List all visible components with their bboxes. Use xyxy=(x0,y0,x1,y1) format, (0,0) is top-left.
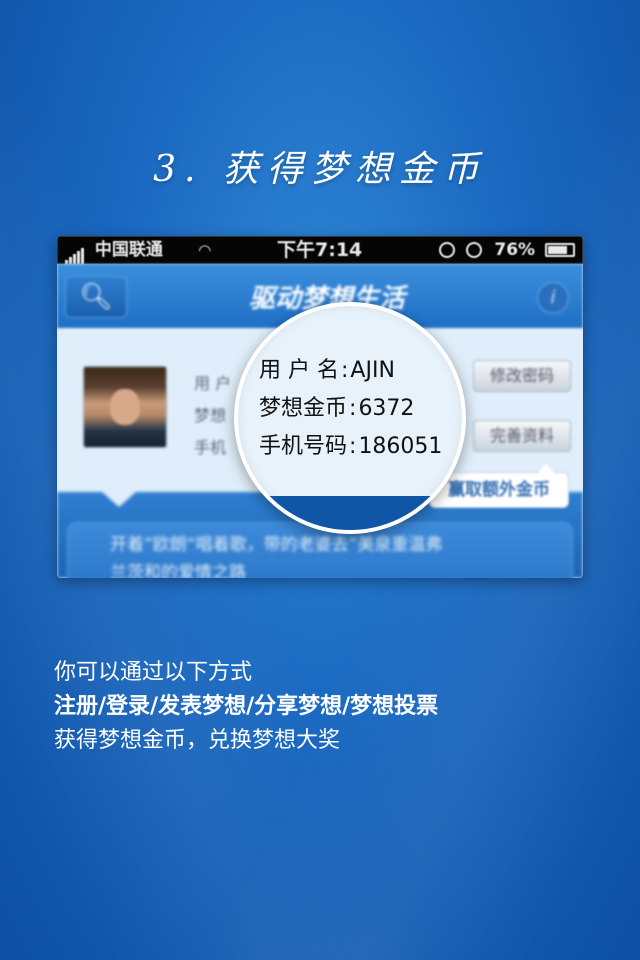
magnifier-lens: 用 户 名:AJIN 梦想金币:6372 手机号码:186051 xyxy=(234,302,466,534)
username-row: 用 户 名:AJIN xyxy=(259,358,395,383)
avatar xyxy=(83,366,167,448)
phone-label: 手机号码 xyxy=(259,434,348,459)
profile-label-phone: 手机 xyxy=(194,438,227,457)
description-line1: 你可以通过以下方式 xyxy=(54,660,253,685)
profile-labels: 用 户 梦想 手机 xyxy=(194,368,231,464)
news-text-line1: 开着”欧朗“唱着歌，带的老婆去”美泉重温弗 xyxy=(110,535,443,555)
search-icon: 🔍︎ xyxy=(79,282,113,312)
wifi-icon: ◠ xyxy=(199,241,211,259)
change-password-button[interactable]: 修改密码 xyxy=(473,360,571,392)
news-item[interactable]: 开着”欧朗“唱着歌，带的老婆去”美泉重温弗 兰茨和的爱情之路 xyxy=(67,522,573,578)
info-button[interactable]: i xyxy=(537,282,569,314)
profile-label-user: 用 户 xyxy=(194,374,232,393)
username-value: AJIN xyxy=(350,358,395,383)
description: 你可以通过以下方式 注册/登录/发表梦想/分享梦想/梦想投票 获得梦想金币，兑换… xyxy=(54,656,438,758)
complete-profile-button[interactable]: 完善资料 xyxy=(473,420,571,452)
status-bar: 中国联通 ◠ 下午7:14 76% xyxy=(57,236,583,264)
info-icon: i xyxy=(550,287,556,308)
battery-percent: 76% xyxy=(494,240,536,260)
search-button[interactable]: 🔍︎ xyxy=(65,276,127,318)
profile-label-coins: 梦想 xyxy=(194,406,227,425)
coins-row: 梦想金币:6372 xyxy=(259,396,415,421)
step-title: 3. 获得梦想金币 xyxy=(153,149,487,190)
username-label: 用 户 名 xyxy=(259,358,339,383)
magnifier-nav-strip xyxy=(238,496,462,530)
coins-value: 6372 xyxy=(358,396,415,421)
coins-label: 梦想金币 xyxy=(259,396,348,421)
rotation-lock-icon xyxy=(438,242,455,258)
description-line2: 注册/登录/发表梦想/分享梦想/梦想投票 xyxy=(54,694,439,719)
alarm-icon xyxy=(466,242,483,258)
phone-value: 186051 xyxy=(358,434,443,459)
description-line3: 获得梦想金币，兑换梦想大奖 xyxy=(54,728,341,753)
signal-icon xyxy=(65,236,85,264)
phone-row: 手机号码:186051 xyxy=(259,434,443,459)
news-pointer xyxy=(101,491,137,507)
battery-icon xyxy=(545,243,575,257)
carrier-label: 中国联通 xyxy=(94,240,163,260)
status-time: 下午7:14 xyxy=(277,239,363,261)
news-text-line2: 兰茨和的爱情之路 xyxy=(110,563,246,578)
